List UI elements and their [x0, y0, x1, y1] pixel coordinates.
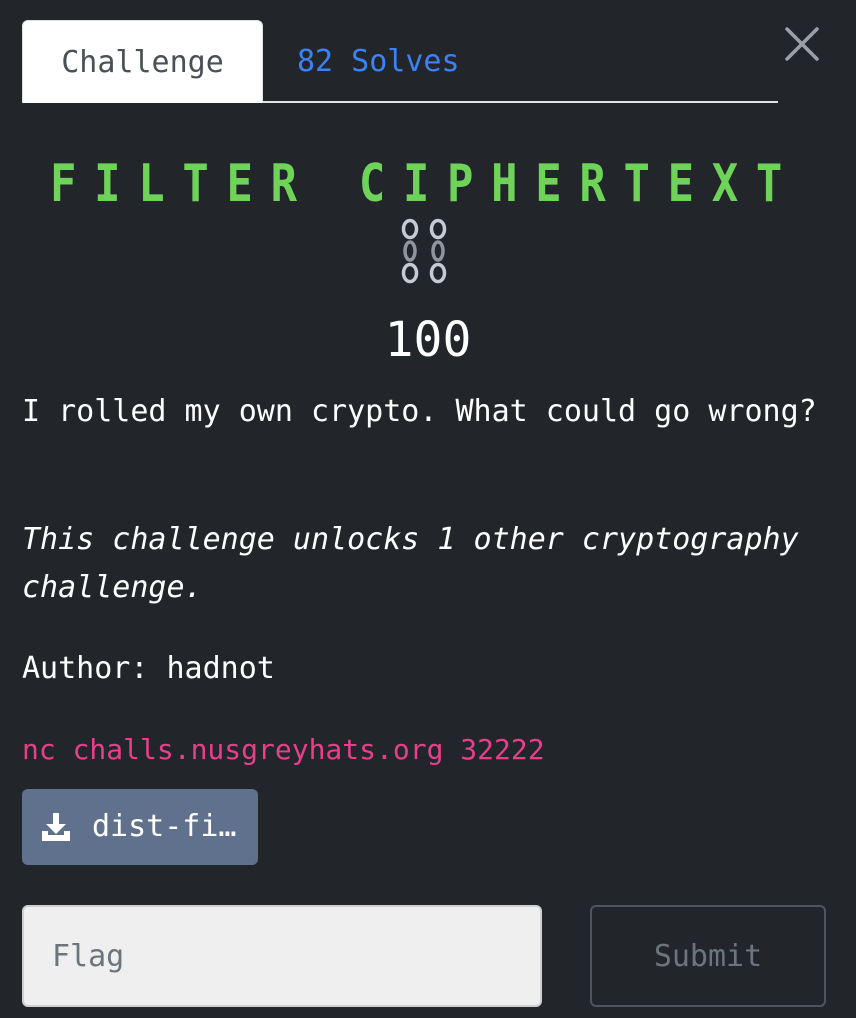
unlock-note: This challenge unlocks 1 other cryptogra… [22, 522, 799, 605]
challenge-title-text: FILTER CIPHERTEXT [50, 154, 800, 210]
download-icon [40, 811, 72, 843]
tab-solves[interactable]: 82 Solves [297, 20, 460, 103]
challenge-title: FILTER CIPHERTEXT [0, 148, 856, 210]
connection-command: nc challs.nusgreyhats.org 32222 [22, 733, 545, 766]
chains-icon [396, 218, 454, 284]
download-file-label: dist-fi… [92, 809, 237, 844]
flag-input[interactable] [22, 905, 542, 1007]
tab-challenge[interactable]: Challenge [22, 20, 263, 103]
challenge-points: 100 [384, 312, 472, 368]
challenge-description: I rolled my own crypto. What could go wr… [22, 394, 817, 429]
challenge-author: Author: hadnot [22, 651, 275, 686]
close-icon[interactable] [784, 26, 820, 62]
submit-button[interactable]: Submit [590, 905, 826, 1007]
tab-bar: Challenge 82 Solves [22, 20, 778, 103]
download-file-button[interactable]: dist-fi… [22, 789, 258, 865]
